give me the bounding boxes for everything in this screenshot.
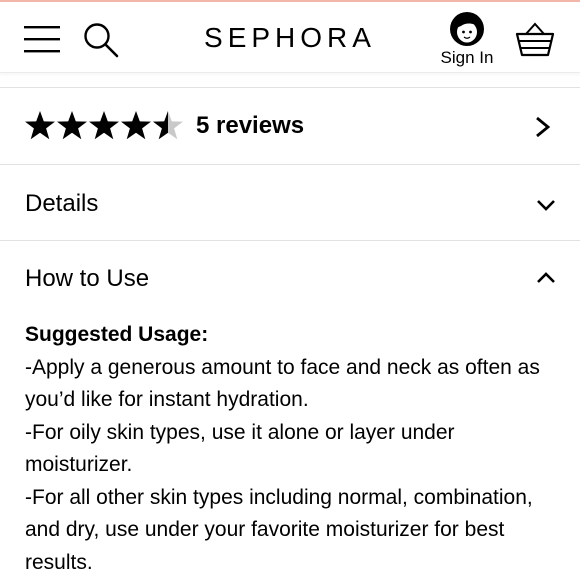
- chevron-down-icon[interactable]: [536, 198, 556, 212]
- basket-icon[interactable]: [514, 20, 556, 60]
- how-to-use-content: Suggested Usage: -Apply a generous amoun…: [0, 311, 580, 579]
- sign-in-button[interactable]: Sign In: [436, 12, 498, 68]
- star-rating: [25, 111, 183, 140]
- reviews-count: 5 reviews: [196, 112, 305, 139]
- star-full-icon: [121, 111, 151, 140]
- star-full-icon: [25, 111, 55, 140]
- star-full-icon: [57, 111, 87, 140]
- details-title: Details: [25, 190, 99, 217]
- sign-in-label: Sign In: [440, 48, 494, 67]
- details-accordion[interactable]: Details: [0, 165, 580, 241]
- chevron-up-icon[interactable]: [536, 271, 556, 285]
- usage-line: -For all other skin types including norm…: [25, 485, 533, 574]
- star-full-icon: [89, 111, 119, 140]
- suggested-usage-heading: Suggested Usage:: [25, 323, 209, 346]
- how-to-use-accordion[interactable]: How to Use: [0, 241, 580, 311]
- site-header: SEPHORA Sign In: [0, 2, 580, 73]
- how-to-use-title: How to Use: [25, 265, 150, 292]
- star-half-icon: [153, 111, 183, 140]
- usage-line: -For oily skin types, use it alone or la…: [25, 420, 455, 477]
- chevron-right-icon[interactable]: [534, 116, 552, 138]
- spacer: [0, 73, 580, 88]
- reviews-row[interactable]: 5 reviews: [0, 88, 580, 165]
- avatar-icon: [450, 12, 484, 46]
- usage-line: -Apply a generous amount to face and nec…: [25, 355, 540, 412]
